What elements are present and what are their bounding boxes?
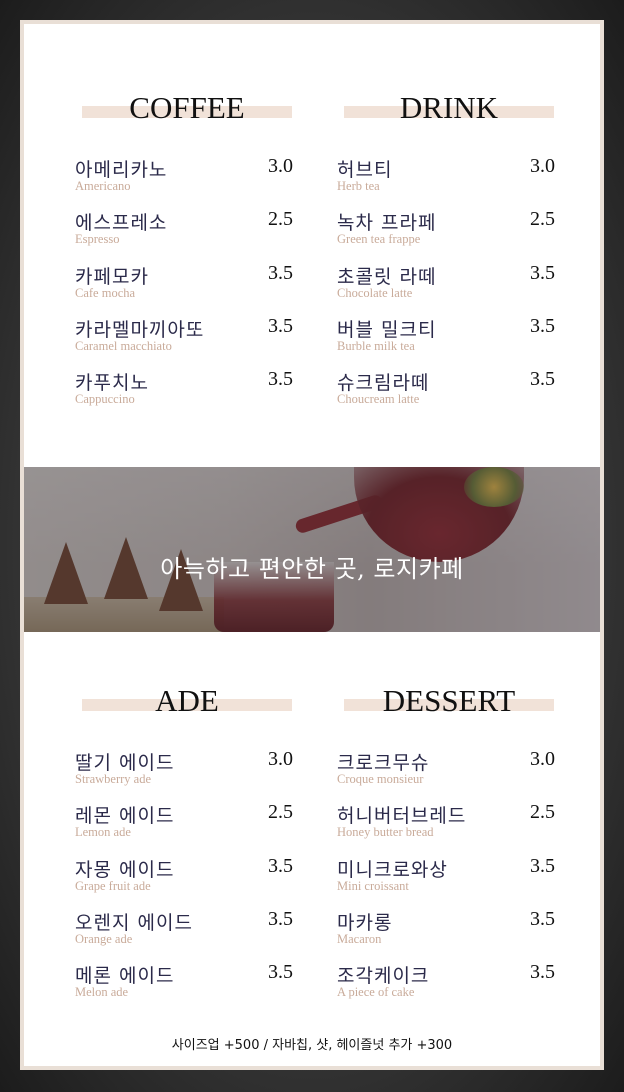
item-english-name: Melon ade [75,985,129,1000]
menu-item: 버블 밀크티 Burble milk tea 3.5 [337,315,555,368]
item-english-name: Americano [75,179,131,193]
item-price: 3.5 [268,314,293,337]
section-title: DESSERT [382,683,516,718]
item-price: 2.5 [530,801,555,824]
item-english-name: Grape fruit ade [75,878,151,893]
menu-list: 크로크무슈 Croque monsieur 3.0 허니버터브레드 Honey but… [337,748,555,1014]
menu-item: 크로크무슈 Croque monsieur 3.0 [337,748,555,801]
section-heading: DRINK [344,88,554,128]
item-english-name: Strawberry ade [75,772,152,786]
item-english-name: Caramel macchiato [75,338,172,353]
menu-item: 허브티 Herb tea 3.0 [337,155,555,208]
menu-item: 딸기 에이드 Strawberry ade 3.0 [75,748,293,801]
section-heading: DESSERT [344,681,554,721]
menu-item: 녹차 프라페 Green tea frappe 2.5 [337,208,555,261]
item-price: 2.5 [268,801,293,824]
item-english-name: Burble milk tea [337,338,415,353]
item-price: 3.5 [530,854,555,877]
menu-item: 레몬 에이드 Lemon ade 2.5 [75,801,293,854]
item-name: 조각케이크 [337,965,430,988]
item-name: 허니버터브레드 [337,805,467,828]
item-name: 녹차 프라페 [337,212,437,235]
item-price: 3.5 [530,261,555,284]
footer-note: 사이즈업 +500 / 자바칩, 샷, 헤이즐넛 추가 +300 [171,1038,453,1053]
menu-item: 미니크로와상 Mini croissant 3.5 [337,855,555,908]
item-price: 3.5 [530,368,555,391]
menu-item: 카푸치노 Cappuccino 3.5 [75,368,293,421]
item-price: 3.0 [530,155,555,177]
item-price: 3.0 [268,748,293,770]
menu-item: 자몽 에이드 Grape fruit ade 3.5 [75,855,293,908]
item-english-name: Macaron [337,931,382,946]
menu-item: 조각케이크 A piece of cake 3.5 [337,961,555,1014]
item-english-name: Green tea frappe [337,232,421,247]
item-name: 레몬 에이드 [75,805,175,828]
menu-list: 딸기 에이드 Strawberry ade 3.0 레몬 에이드 Lemon ade 2… [75,748,293,1014]
item-english-name: Herb tea [337,179,380,193]
item-name: 카페모카 [75,265,149,288]
item-name: 허브티 [337,159,393,181]
menu-item: 메론 에이드 Melon ade 3.5 [75,961,293,1014]
item-english-name: Honey butter bread [337,825,434,840]
item-english-name: Espresso [75,232,120,247]
item-price: 3.5 [530,907,555,930]
item-english-name: A piece of cake [337,985,415,1000]
section-heading: ADE [82,681,292,721]
item-name: 카라멜마끼아또 [75,318,205,341]
section-title: DRINK [399,90,499,125]
item-name: 오렌지 에이드 [75,911,193,934]
section-title: COFFEE [129,90,245,125]
dessert-section: DESSERT 크로크무슈 Croque monsieur 3.0 허니버터브레드 H… [337,681,555,1014]
drink-section: DRINK 허브티 Herb tea 3.0 녹차 프라페 Green tea fra… [337,88,555,421]
banner-tagline: 아늑하고 편안한 곳, 로지카페 [160,555,464,583]
item-name: 버블 밀크티 [337,318,437,341]
item-price: 3.5 [268,907,293,930]
item-name: 에스프레소 [75,212,168,235]
item-english-name: Chocolate latte [337,285,413,300]
item-english-name: Croque monsieur [337,772,424,786]
item-english-name: Cafe mocha [75,285,136,300]
item-name: 마카롱 [337,911,393,934]
menu-item: 초콜릿 라떼 Chocolate latte 3.5 [337,262,555,315]
menu-item: 아메리카노 Americano 3.0 [75,155,293,208]
item-english-name: Orange ade [75,931,133,946]
item-price: 2.5 [530,208,555,231]
coffee-section: COFFEE 아메리카노 Americano 3.0 에스프레소 Espresso 2.… [75,88,293,421]
menu-item: 슈크림라떼 Choucream latte 3.5 [337,368,555,421]
item-english-name: Lemon ade [75,825,131,840]
menu-item: 마카롱 Macaron 3.5 [337,908,555,961]
menu-item: 에스프레소 Espresso 2.5 [75,208,293,261]
item-name: 메론 에이드 [75,965,175,988]
item-name: 카푸치노 [75,372,149,395]
item-price: 2.5 [268,208,293,231]
ade-section: ADE 딸기 에이드 Strawberry ade 3.0 레몬 에이드 Lemon … [75,681,293,1014]
menu-item: 허니버터브레드 Honey butter bread 2.5 [337,801,555,854]
item-english-name: Cappuccino [75,392,135,407]
item-price: 3.0 [268,155,293,177]
item-price: 3.5 [268,261,293,284]
item-name: 초콜릿 라떼 [337,265,437,288]
item-english-name: Mini croissant [337,878,409,893]
menu-item: 카페모카 Cafe mocha 3.5 [75,262,293,315]
section-title: ADE [155,683,219,718]
item-name: 아메리카노 [75,159,168,181]
item-name: 크로크무슈 [337,752,430,774]
cafe-banner: 아늑하고 편안한 곳, 로지카페 [24,467,600,632]
item-price: 3.0 [530,748,555,770]
item-price: 3.5 [268,961,293,984]
item-name: 미니크로와상 [337,858,448,881]
menu-list: 아메리카노 Americano 3.0 에스프레소 Espresso 2.5 카페모카 C… [75,155,293,421]
menu-item: 오렌지 에이드 Orange ade 3.5 [75,908,293,961]
item-name: 딸기 에이드 [75,752,175,774]
section-heading: COFFEE [82,88,292,128]
item-english-name: Choucream latte [337,392,420,407]
item-price: 3.5 [530,314,555,337]
menu-list: 허브티 Herb tea 3.0 녹차 프라페 Green tea frappe 2.5… [337,155,555,421]
item-price: 3.5 [268,368,293,391]
menu-item: 카라멜마끼아또 Caramel macchiato 3.5 [75,315,293,368]
item-name: 슈크림라떼 [337,372,430,395]
item-price: 3.5 [530,961,555,984]
item-price: 3.5 [268,854,293,877]
item-name: 자몽 에이드 [75,858,175,881]
